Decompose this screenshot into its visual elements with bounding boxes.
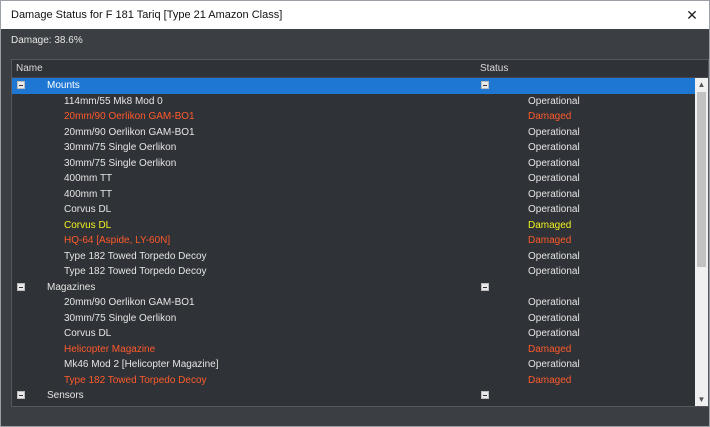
tree-item-row[interactable]: Type 182 Towed Torpedo Decoy Damaged bbox=[12, 373, 696, 389]
collapse-minus-icon[interactable] bbox=[481, 282, 489, 291]
vertical-scrollbar[interactable]: ▲ ▼ bbox=[695, 78, 708, 406]
tree-group-row[interactable]: Mounts bbox=[12, 78, 696, 94]
damage-percentage: Damage: 38.6% bbox=[11, 34, 83, 46]
item-status: Operational bbox=[528, 173, 580, 184]
item-status: Damaged bbox=[528, 111, 572, 122]
item-status: Operational bbox=[528, 204, 580, 215]
tree-item-row[interactable]: HQ-64 [Aspide, LY-60N] Damaged bbox=[12, 233, 696, 249]
item-status: Operational bbox=[528, 359, 580, 370]
item-label: Corvus DL bbox=[64, 328, 112, 339]
item-status: Damaged bbox=[528, 235, 572, 246]
tree-item-row[interactable]: 30mm/75 Single Oerlikon Operational bbox=[12, 156, 696, 172]
item-status: Operational bbox=[528, 188, 580, 200]
item-label: Helicopter Magazine bbox=[64, 343, 156, 355]
item-status: Damaged bbox=[528, 374, 572, 386]
tree-header: Name Status bbox=[12, 60, 708, 78]
item-label: Type 182 Towed Torpedo Decoy bbox=[64, 374, 207, 386]
tree-item-row[interactable]: 20mm/90 Oerlikon GAM-BO1 Operational bbox=[12, 125, 696, 141]
tree-item-row[interactable]: Type 182 Towed Torpedo Decoy Operational bbox=[12, 264, 696, 280]
tree-item-row[interactable]: 114mm/55 Mk8 Mod 0 Operational bbox=[12, 94, 696, 110]
item-status: Operational bbox=[528, 142, 580, 153]
damage-summary: Damage: 38.6% bbox=[1, 29, 709, 51]
item-status: Operational bbox=[528, 95, 580, 107]
item-label: 400mm TT bbox=[64, 173, 113, 184]
tree-item-row[interactable]: 20mm/90 Oerlikon GAM-BO1 Damaged bbox=[12, 109, 696, 125]
item-status: Operational bbox=[528, 126, 580, 138]
tree-group-row[interactable]: Sensors bbox=[12, 388, 696, 404]
tree-item-row[interactable]: 20mm/90 Oerlikon GAM-BO1 Operational bbox=[12, 295, 696, 311]
item-label: Type 182 Towed Torpedo Decoy bbox=[64, 266, 207, 277]
collapse-minus-icon[interactable] bbox=[481, 391, 489, 399]
item-label: Corvus DL bbox=[64, 219, 112, 231]
column-header-name[interactable]: Name bbox=[16, 63, 43, 74]
damage-status-window: Damage Status for F 181 Tariq [Type 21 A… bbox=[0, 0, 710, 427]
tree-item-row[interactable]: 30mm/75 Single Oerlikon Operational bbox=[12, 311, 696, 327]
tree-item-row[interactable]: Corvus DL Operational bbox=[12, 202, 696, 218]
item-status: Operational bbox=[528, 328, 580, 339]
item-label: HQ-64 [Aspide, LY-60N] bbox=[64, 235, 171, 246]
tree-item-row[interactable]: 30mm/75 Single Oerlikon Operational bbox=[12, 140, 696, 156]
tree-item-row[interactable]: 400mm TT Operational bbox=[12, 187, 696, 203]
scroll-thumb[interactable] bbox=[697, 92, 706, 267]
item-status: Operational bbox=[528, 250, 580, 262]
scroll-up-icon[interactable]: ▲ bbox=[695, 78, 708, 91]
collapse-minus-icon[interactable] bbox=[481, 81, 489, 89]
collapse-minus-icon[interactable] bbox=[17, 282, 25, 291]
scroll-down-icon[interactable]: ▼ bbox=[695, 393, 708, 406]
close-icon[interactable]: ✕ bbox=[683, 6, 701, 24]
item-status: Operational bbox=[528, 157, 580, 169]
item-label: 20mm/90 Oerlikon GAM-BO1 bbox=[64, 111, 195, 122]
item-status: Operational bbox=[528, 297, 580, 308]
tree-group-row[interactable]: Magazines bbox=[12, 280, 696, 296]
item-status: Operational bbox=[528, 266, 580, 277]
tree-item-row[interactable]: Helicopter Magazine Damaged bbox=[12, 342, 696, 358]
item-label: 30mm/75 Single Oerlikon bbox=[64, 312, 177, 324]
column-header-status[interactable]: Status bbox=[480, 63, 508, 74]
item-label: 400mm TT bbox=[64, 188, 113, 200]
item-label: Corvus DL bbox=[64, 204, 112, 215]
tree-item-row[interactable]: Corvus DL Operational bbox=[12, 326, 696, 342]
group-label: Magazines bbox=[47, 281, 96, 293]
tree-item-row[interactable]: Corvus DL Damaged bbox=[12, 218, 696, 234]
damage-tree[interactable]: Name Status Mounts 114mm/55 Mk8 Mod 0 Oper… bbox=[11, 59, 709, 407]
item-status: Damaged bbox=[528, 343, 572, 355]
item-label: 20mm/90 Oerlikon GAM-BO1 bbox=[64, 297, 195, 308]
tree-rows: Mounts 114mm/55 Mk8 Mod 0 Operational 20mm/… bbox=[12, 78, 696, 404]
window-title: Damage Status for F 181 Tariq [Type 21 A… bbox=[11, 9, 283, 21]
item-label: 20mm/90 Oerlikon GAM-BO1 bbox=[64, 126, 195, 138]
group-label: Mounts bbox=[47, 80, 80, 91]
item-label: Type 182 Towed Torpedo Decoy bbox=[64, 250, 207, 262]
item-label: Mk46 Mod 2 [Helicopter Magazine] bbox=[64, 359, 219, 370]
tree-item-row[interactable]: Mk46 Mod 2 [Helicopter Magazine] Operatio… bbox=[12, 357, 696, 373]
item-label: 30mm/75 Single Oerlikon bbox=[64, 157, 177, 169]
group-label: Sensors bbox=[47, 390, 84, 401]
tree-item-row[interactable]: 400mm TT Operational bbox=[12, 171, 696, 187]
item-status: Operational bbox=[528, 312, 580, 324]
title-bar: Damage Status for F 181 Tariq [Type 21 A… bbox=[1, 1, 709, 29]
item-label: 114mm/55 Mk8 Mod 0 bbox=[64, 95, 163, 107]
tree-item-row[interactable]: Type 182 Towed Torpedo Decoy Operational bbox=[12, 249, 696, 265]
item-status: Damaged bbox=[528, 219, 572, 231]
collapse-minus-icon[interactable] bbox=[17, 81, 25, 89]
collapse-minus-icon[interactable] bbox=[17, 391, 25, 399]
item-label: 30mm/75 Single Oerlikon bbox=[64, 142, 177, 153]
